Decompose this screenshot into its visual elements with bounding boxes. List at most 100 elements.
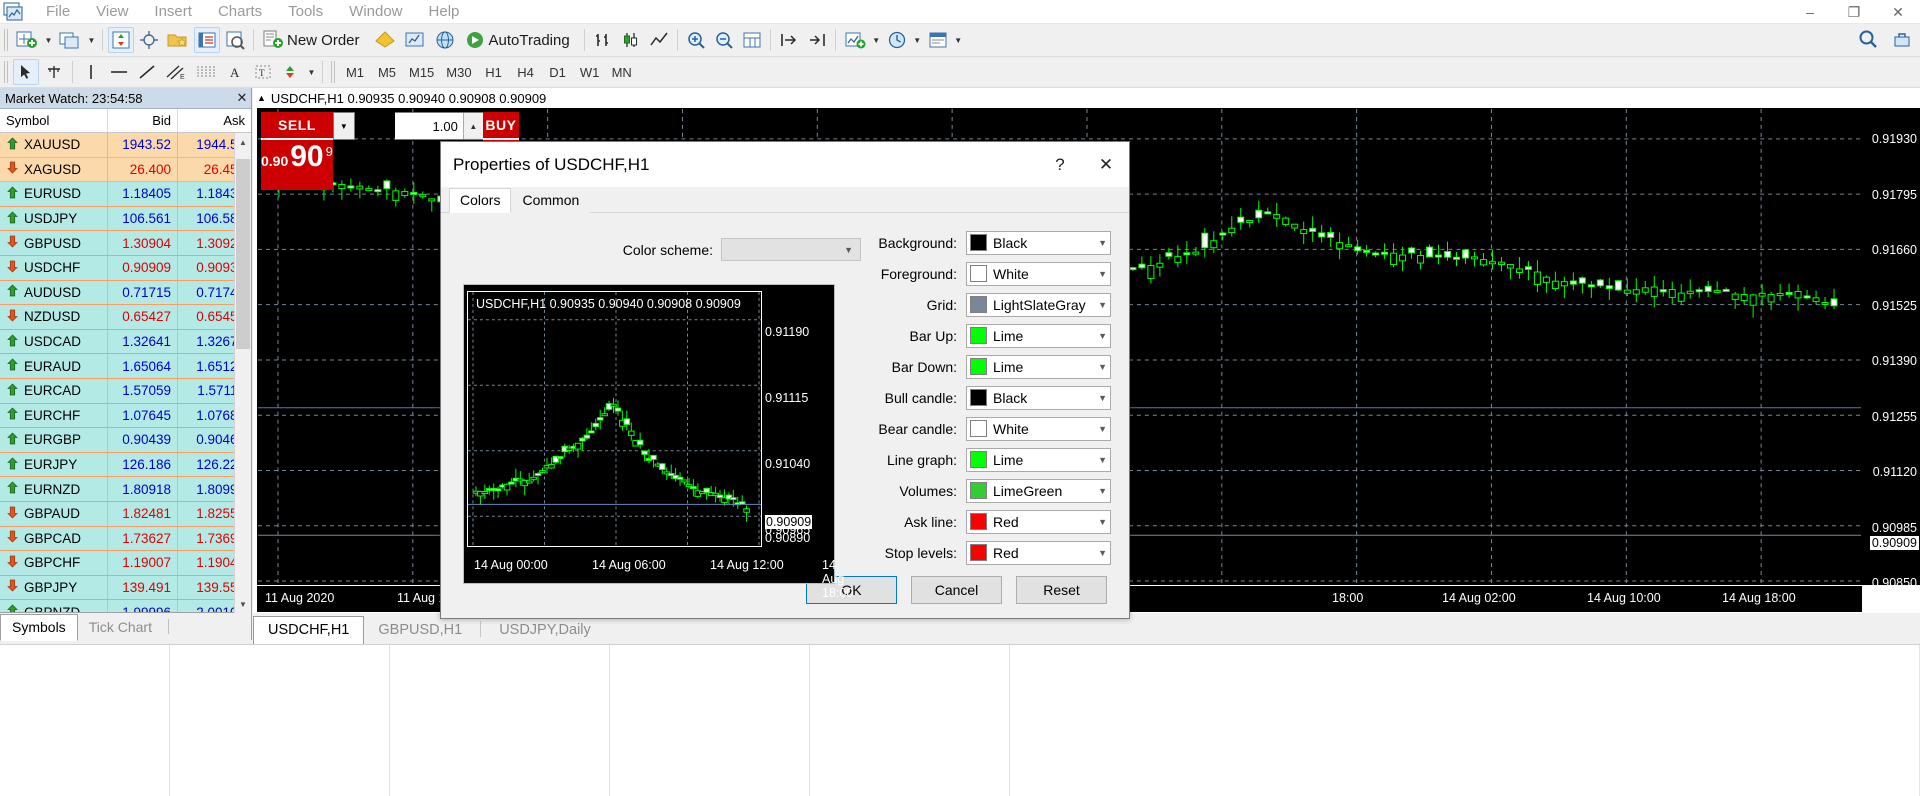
- market-watch-row[interactable]: USDJPY 106.561 106.589: [0, 206, 251, 232]
- menu-view[interactable]: View: [83, 1, 141, 22]
- chart-collapse-icon[interactable]: ▲: [257, 93, 266, 103]
- market-watch-row[interactable]: EURCAD 1.57059 1.57116: [0, 378, 251, 404]
- volume-input[interactable]: 1.00 ▲: [394, 112, 483, 140]
- crosshair-cursor-button[interactable]: [41, 59, 67, 85]
- data-window-button[interactable]: [194, 27, 220, 53]
- column-header-symbol[interactable]: Symbol: [0, 109, 108, 132]
- column-header-bid[interactable]: Bid: [108, 109, 178, 132]
- scroll-up-icon[interactable]: ▲: [235, 133, 251, 151]
- timeframe-h4[interactable]: H4: [511, 61, 541, 83]
- close-icon[interactable]: ✕: [1876, 0, 1920, 24]
- select-bull-candle[interactable]: Black ▼: [966, 385, 1111, 410]
- text-button[interactable]: A: [222, 59, 248, 85]
- candlestick-chart-button[interactable]: [618, 27, 644, 53]
- toolbox-icon[interactable]: [1892, 29, 1912, 52]
- menu-help[interactable]: Help: [416, 1, 473, 22]
- auto-scroll-button[interactable]: [804, 27, 830, 53]
- templates-button[interactable]: [925, 27, 951, 53]
- equidistant-channel-button[interactable]: E: [162, 59, 190, 85]
- menu-tools[interactable]: Tools: [275, 1, 336, 22]
- market-watch-row[interactable]: XAGUSD 26.400 26.457: [0, 157, 251, 183]
- help-icon[interactable]: ?: [1037, 142, 1083, 187]
- chart-price-axis[interactable]: 0.91930 0.91795 0.91660 0.91525 0.91390 0.912…: [1862, 108, 1920, 590]
- zoom-out-button[interactable]: [711, 27, 737, 53]
- chart-tab-usdchf[interactable]: USDCHF,H1: [253, 616, 365, 645]
- market-watch-scrollbar[interactable]: ▲ ▼: [234, 133, 251, 613]
- profiles-button[interactable]: [56, 27, 84, 53]
- shift-end-button[interactable]: [776, 27, 802, 53]
- horizontal-line-button[interactable]: [106, 59, 132, 85]
- maximize-icon[interactable]: ❐: [1832, 0, 1876, 24]
- text-label-button[interactable]: T: [250, 59, 276, 85]
- line-toolbar-grip[interactable]: [2, 61, 9, 83]
- crosshair-button[interactable]: [136, 27, 162, 53]
- volume-dropdown-icon[interactable]: ▼: [332, 112, 355, 140]
- select-grid[interactable]: LightSlateGray ▼: [966, 292, 1111, 317]
- market-watch-row[interactable]: USDCAD 1.32641 1.32673: [0, 329, 251, 355]
- market-watch-button[interactable]: [108, 27, 134, 53]
- scrollbar-thumb[interactable]: [236, 159, 250, 349]
- trendline-button[interactable]: [134, 59, 160, 85]
- zoom-in-button[interactable]: [683, 27, 709, 53]
- tab-symbols[interactable]: Symbols: [0, 614, 78, 641]
- toolbar-grip[interactable]: [2, 29, 9, 51]
- select-bar-up[interactable]: Lime ▼: [966, 323, 1111, 348]
- line-chart-button[interactable]: [646, 27, 672, 53]
- new-chart-dropdown-icon[interactable]: ▼: [42, 36, 55, 45]
- market-watch-row[interactable]: EURUSD 1.18405 1.18430: [0, 182, 251, 207]
- templates-dropdown-icon[interactable]: ▼: [952, 36, 965, 45]
- market-watch-row[interactable]: GBPNZD1.999962.00105: [0, 600, 251, 612]
- market-watch-row[interactable]: AUDUSD 0.71715 0.71741: [0, 280, 251, 306]
- strategy-tester-button[interactable]: [401, 27, 429, 53]
- dialog-close-icon[interactable]: ✕: [1083, 142, 1129, 187]
- market-watch-row[interactable]: EURJPY 126.186 126.221: [0, 452, 251, 478]
- scroll-down-icon[interactable]: ▼: [235, 595, 251, 613]
- select-stop-levels[interactable]: Red ▼: [966, 540, 1111, 565]
- timeframe-h1[interactable]: H1: [479, 61, 509, 83]
- cancel-button[interactable]: Cancel: [911, 576, 1002, 604]
- market-watch-row[interactable]: GBPCHF 1.19007 1.19045: [0, 551, 251, 576]
- timeframe-m15[interactable]: M15: [404, 61, 439, 83]
- timeframe-m5[interactable]: M5: [372, 61, 402, 83]
- select-bear-candle[interactable]: White ▼: [966, 416, 1111, 441]
- timeframe-m30[interactable]: M30: [441, 61, 476, 83]
- profiles-dropdown-icon[interactable]: ▼: [85, 36, 98, 45]
- timeframe-m1[interactable]: M1: [340, 61, 370, 83]
- chart-tab-gbpusd[interactable]: GBPUSD,H1: [364, 617, 476, 644]
- market-watch-row[interactable]: GBPAUD 1.82481 1.82556: [0, 501, 251, 527]
- new-order-button[interactable]: New Order: [259, 27, 369, 53]
- menu-charts[interactable]: Charts: [205, 1, 275, 22]
- sell-button[interactable]: SELL: [261, 112, 333, 140]
- search-icon[interactable]: [1858, 29, 1878, 52]
- menu-window[interactable]: Window: [336, 1, 415, 22]
- market-watch-row[interactable]: EURCHF 1.07645 1.07687: [0, 403, 251, 429]
- market-watch-row[interactable]: EURNZD 1.80918 1.80995: [0, 477, 251, 502]
- menu-file[interactable]: File: [33, 1, 83, 22]
- tab-colors[interactable]: Colors: [449, 188, 512, 213]
- market-watch-row[interactable]: GBPJPY 139.491 139.551: [0, 575, 251, 601]
- volume-stepper[interactable]: ▲: [462, 113, 483, 139]
- period-button[interactable]: [884, 27, 910, 53]
- arrows-dropdown-icon[interactable]: ▼: [305, 68, 318, 77]
- timeframe-mn[interactable]: MN: [607, 61, 637, 83]
- tile-windows-button[interactable]: [739, 27, 765, 53]
- fibonacci-button[interactable]: [192, 59, 220, 85]
- menu-insert[interactable]: Insert: [141, 1, 205, 22]
- period-dropdown-icon[interactable]: ▼: [911, 36, 924, 45]
- select-ask-line[interactable]: Red ▼: [966, 509, 1111, 534]
- metaeditor-button[interactable]: [371, 27, 399, 53]
- column-header-ask[interactable]: Ask: [178, 109, 251, 132]
- market-watch-row[interactable]: XAUUSD 1943.52 1944.57: [0, 133, 251, 158]
- select-foreground[interactable]: White ▼: [966, 261, 1111, 286]
- vertical-line-button[interactable]: [78, 59, 104, 85]
- select-background[interactable]: Black ▼: [966, 230, 1111, 255]
- timeframe-d1[interactable]: D1: [543, 61, 573, 83]
- indicators-button[interactable]: [841, 27, 869, 53]
- market-watch-row[interactable]: GBPUSD 1.30904 1.30927: [0, 231, 251, 256]
- market-watch-row[interactable]: NZDUSD 0.65427 0.65452: [0, 305, 251, 330]
- mql5-community-button[interactable]: [431, 27, 459, 53]
- select-line-graph[interactable]: Lime ▼: [966, 447, 1111, 472]
- timeframe-w1[interactable]: W1: [575, 61, 605, 83]
- autotrading-button[interactable]: AutoTrading: [461, 27, 579, 53]
- buy-button[interactable]: BUY: [482, 112, 519, 140]
